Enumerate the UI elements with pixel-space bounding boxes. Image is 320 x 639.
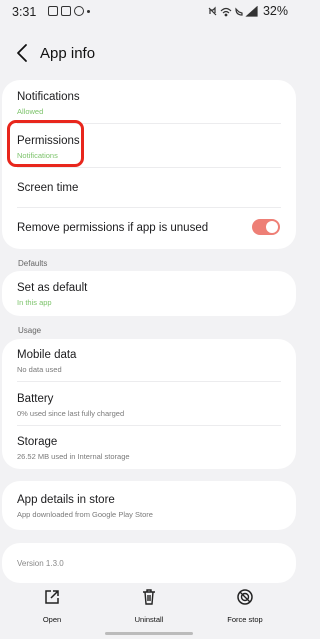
remove-permissions-toggle[interactable]: [252, 219, 280, 235]
notifications-item[interactable]: Notifications Allowed: [17, 91, 281, 116]
app-details-in-store-item[interactable]: App details in store App downloaded from…: [17, 494, 281, 519]
status-time: 3:31: [12, 5, 37, 19]
gallery-icon: [61, 6, 71, 16]
version-text: Version 1.3.0: [17, 559, 64, 568]
remove-permissions-item[interactable]: Remove permissions if app is unused: [17, 222, 236, 234]
status-right: 32%: [207, 4, 288, 18]
status-bar: 3:31 32%: [0, 0, 298, 24]
battery-subtitle: 0% used since last fully charged: [17, 409, 125, 418]
force-stop-icon: [237, 589, 253, 605]
defaults-section-header: Defaults: [18, 259, 48, 268]
mobile-data-subtitle: No data used: [17, 365, 62, 374]
force-stop-button[interactable]: Force stop: [210, 584, 280, 624]
storage-subtitle: 26.52 MB used in Internal storage: [17, 452, 130, 461]
system-status-icons: [208, 5, 258, 17]
battery-item[interactable]: Battery 0% used since last fully charged: [17, 393, 281, 418]
divider: [17, 425, 281, 426]
set-as-default-item[interactable]: Set as default In this app: [17, 282, 281, 307]
store-title: App details in store: [17, 494, 115, 506]
mobile-data-title: Mobile data: [17, 349, 77, 361]
permissions-highlight-box: [7, 120, 84, 167]
defaults-card: Set as default In this app: [2, 271, 296, 316]
notifications-subtitle: Allowed: [17, 107, 44, 116]
open-external-icon: [45, 590, 59, 604]
set-as-default-subtitle: In this app: [17, 298, 52, 307]
usage-card: Mobile data No data used Battery 0% used…: [2, 339, 296, 469]
open-label: Open: [42, 615, 62, 624]
screen-time-title: Screen time: [17, 182, 79, 194]
message-icon: [48, 6, 58, 16]
store-card: App details in store App downloaded from…: [2, 481, 296, 530]
battery-title: Battery: [17, 393, 54, 405]
trash-icon: [143, 589, 155, 605]
divider: [17, 207, 281, 208]
bottom-action-bar: Open Uninstall Force stop: [0, 584, 298, 639]
version-item: Version 1.3.0: [17, 559, 281, 568]
divider: [17, 381, 281, 382]
set-as-default-title: Set as default: [17, 282, 88, 294]
storage-item[interactable]: Storage 26.52 MB used in Internal storag…: [17, 436, 281, 461]
back-arrow-icon[interactable]: [14, 42, 34, 64]
uninstall-label: Uninstall: [134, 615, 164, 624]
toggle-knob: [266, 221, 278, 233]
storage-title: Storage: [17, 436, 58, 448]
battery-percent: 32%: [262, 4, 288, 18]
gesture-nav-handle[interactable]: [105, 632, 193, 635]
store-subtitle: App downloaded from Google Play Store: [17, 510, 153, 519]
page-title: App info: [40, 45, 96, 62]
screen-time-item[interactable]: Screen time: [17, 182, 281, 194]
mobile-data-item[interactable]: Mobile data No data used: [17, 349, 281, 374]
more-dot-icon: [87, 9, 90, 13]
clock-icon: [74, 6, 84, 16]
notifications-title: Notifications: [17, 91, 80, 103]
usage-section-header: Usage: [18, 326, 42, 335]
divider: [17, 167, 281, 168]
uninstall-button[interactable]: Uninstall: [114, 584, 184, 624]
force-stop-label: Force stop: [227, 615, 263, 624]
notification-icons: [48, 6, 90, 16]
open-button[interactable]: Open: [17, 584, 87, 624]
app-bar: App info: [0, 36, 298, 72]
remove-permissions-title: Remove permissions if app is unused: [17, 222, 209, 234]
version-card: Version 1.3.0: [2, 543, 296, 583]
